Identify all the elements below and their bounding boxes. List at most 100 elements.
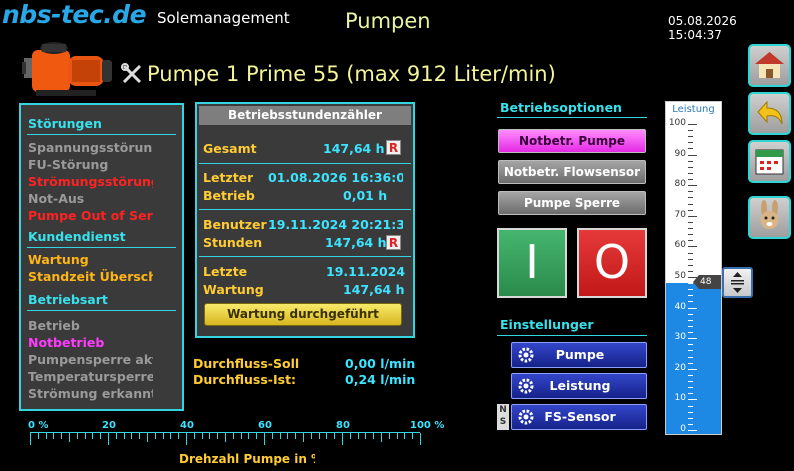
status-item: Strömungsstörung	[28, 174, 153, 189]
stunden-reset-button[interactable]: R	[386, 235, 401, 250]
letzte-label: Letzte	[203, 264, 248, 279]
flow-soll-label: Durchfluss-Soll	[193, 356, 300, 371]
gesamt-reset-button[interactable]: R	[386, 140, 401, 155]
gauge-tick	[688, 295, 693, 297]
speed-tick	[147, 433, 148, 442]
speed-tick	[193, 433, 195, 439]
speed-tick	[37, 433, 39, 439]
gauge-tick-label: 90	[674, 148, 686, 159]
gauge-tick	[688, 209, 693, 211]
gauge-tick	[688, 270, 693, 272]
speed-tick	[396, 433, 398, 439]
speed-tick	[310, 433, 312, 439]
speed-tick	[388, 433, 390, 439]
ns-n-label: N	[499, 405, 507, 415]
speed-tick	[154, 433, 156, 439]
ns-s-label: S	[499, 417, 507, 427]
status-item: Temperatursperre	[28, 369, 153, 384]
rabbit-icon	[760, 200, 779, 229]
speed-tick	[287, 433, 289, 439]
letzte-date: 19.11.2024	[326, 264, 406, 279]
speed-tick	[123, 433, 125, 439]
status-item: Pumpensperre aktiv	[28, 352, 153, 367]
leistung-gauge: Leistung 100 90 80 70 60 50 40 30 20 10 0	[665, 101, 722, 435]
gauge-tick	[688, 154, 697, 156]
notbetrieb-flowsensor-button[interactable]: Notbetr. Flowsensor	[498, 160, 646, 184]
speed-tick	[381, 433, 382, 442]
pump-on-button[interactable]: I	[497, 228, 567, 298]
gauge-tick	[688, 221, 693, 223]
speed-tick	[240, 433, 242, 439]
gauge-tick	[688, 319, 693, 321]
speed-tick	[30, 433, 31, 445]
wartung-done-button[interactable]: Wartung durchgeführt	[204, 303, 402, 326]
speed-tick	[61, 433, 63, 439]
speed-scale: 0 % 20 40 60 80 100 % Drehzahl Pumpe in …	[0, 418, 460, 471]
gauge-tick	[688, 362, 693, 364]
speed-tick	[201, 433, 203, 439]
speed-tick	[100, 433, 102, 439]
status-item: Not-Aus	[28, 191, 85, 206]
gauge-tick	[688, 228, 693, 230]
rabbit-button[interactable]	[748, 196, 791, 239]
gauge-tick-label: 10	[674, 393, 686, 404]
settings-pumpe-button[interactable]: Pumpe	[511, 342, 647, 368]
gauge-value-marker: 48	[693, 275, 721, 290]
calendar-button[interactable]	[748, 140, 791, 183]
betrieb-value: 0,01 h	[343, 188, 388, 203]
wrench-screwdriver-icon[interactable]	[121, 63, 143, 85]
gauge-tick-label: 80	[674, 179, 686, 190]
home-icon	[755, 52, 784, 78]
gauge-tick	[688, 172, 693, 174]
speed-tick	[256, 433, 258, 439]
gauge-tick	[688, 252, 693, 254]
gauge-tick-label: 50	[674, 271, 686, 281]
ns-toggle[interactable]: N S	[497, 404, 509, 430]
options-title: Betriebsoptionen	[500, 100, 622, 115]
gauge-slider-handle[interactable]	[722, 267, 753, 299]
gauge-tick	[688, 344, 693, 346]
speed-tick	[84, 433, 86, 439]
settings-leistung-button[interactable]: Leistung	[511, 373, 647, 399]
speed-tick	[318, 433, 320, 439]
stoerungen-list: Spannungsstörung FU-Störung Strömungsstö…	[28, 139, 153, 224]
gauge-tick	[688, 289, 693, 291]
gauge-tick	[688, 368, 697, 370]
settings-fs-sensor-label: FS-Sensor	[544, 409, 616, 424]
benutzer-label: Benutzer	[203, 217, 267, 232]
gauge-tick-label: 70	[674, 209, 686, 220]
speed-tick-label: 40	[180, 420, 194, 431]
gauge-tick	[688, 160, 693, 162]
speed-tick	[76, 433, 78, 439]
gesamt-value: 147,64 h	[323, 141, 385, 156]
gauge-tick	[688, 374, 693, 376]
gauge-tick	[688, 307, 697, 309]
speed-tick-label: 20	[102, 420, 116, 431]
speed-tick	[53, 433, 55, 439]
notbetrieb-pumpe-button[interactable]: Notbetr. Pumpe	[498, 129, 646, 153]
settings-leistung-label: Leistung	[549, 378, 611, 393]
flow-ist-value: 0,24 l/min	[345, 372, 416, 387]
wartung-value: 147,64 h	[343, 282, 405, 297]
home-button[interactable]	[748, 44, 791, 87]
speed-tick	[170, 433, 172, 439]
gauge-tick	[688, 393, 693, 395]
speed-tick	[334, 433, 336, 439]
speed-tick	[178, 433, 180, 439]
pumpe-sperre-button[interactable]: Pumpe Sperre	[498, 191, 646, 215]
speed-tick	[342, 433, 343, 445]
pump-off-button[interactable]: O	[577, 228, 647, 298]
gauge-tick-label: 40	[674, 301, 686, 312]
gauge-tick-label: 20	[674, 362, 686, 373]
logo: nbs-tec.de	[2, 0, 147, 29]
gauge-tick	[688, 148, 693, 150]
speed-tick	[209, 433, 211, 439]
gauge-tick-label: 100	[668, 118, 686, 128]
settings-fs-sensor-button[interactable]: FS-Sensor	[511, 404, 647, 430]
betriebsart-title: Betriebsart	[28, 292, 108, 307]
gauge-title: Leistung	[672, 104, 715, 115]
gauge-tick-label: 30	[674, 332, 686, 343]
back-button[interactable]	[748, 92, 791, 135]
gauge-tick	[688, 197, 693, 199]
app-title: Solemanagement	[157, 9, 290, 27]
